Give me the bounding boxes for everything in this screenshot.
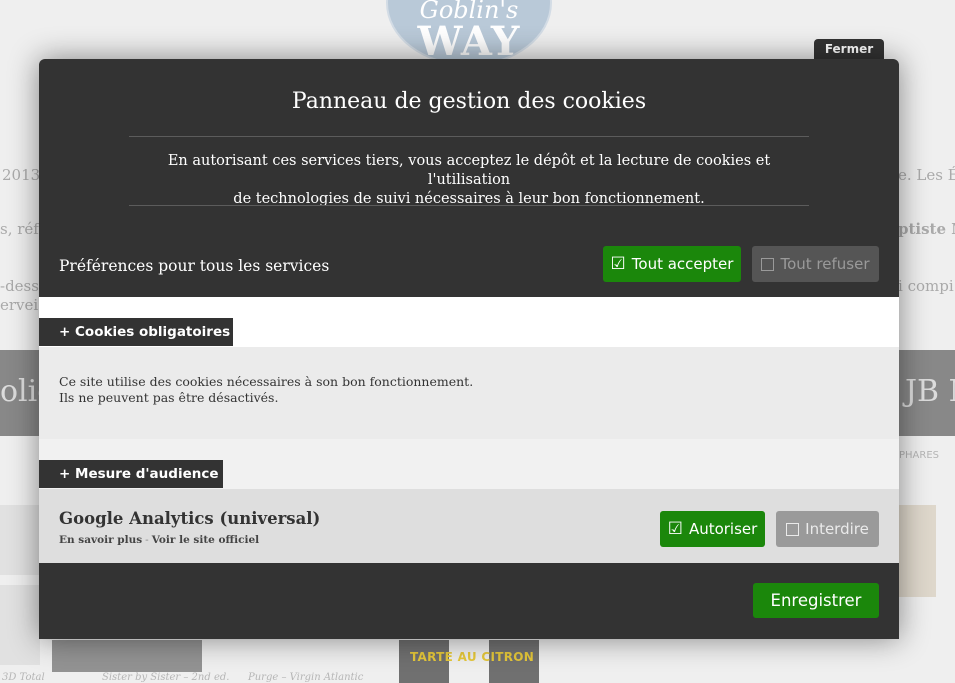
allow-button[interactable]: ☑ Autoriser [660, 511, 765, 547]
mandatory-text-line1: Ce site utilise des cookies nécessaires … [59, 374, 474, 389]
allow-label: Autoriser [688, 520, 758, 538]
close-button[interactable]: Fermer [814, 39, 884, 60]
deny-all-button[interactable]: Tout refuser [752, 246, 879, 282]
panel-description: En autorisant ces services tiers, vous a… [129, 152, 809, 209]
checkbox-checked-icon: ☑ [667, 518, 683, 539]
link-separator: - [145, 534, 149, 546]
divider [129, 205, 809, 206]
mandatory-text-line2: Ils ne peuvent pas être désactivés. [59, 390, 279, 405]
mandatory-cookies-box: Ce site utilise des cookies nécessaires … [39, 347, 899, 439]
panel-header: Panneau de gestion des cookies En autori… [39, 59, 899, 297]
accept-all-label: Tout accepter [631, 255, 734, 273]
panel-title: Panneau de gestion des cookies [291, 89, 647, 114]
deny-label: Interdire [805, 520, 869, 538]
mandatory-cookies-toggle[interactable]: + Cookies obligatoires [39, 318, 233, 346]
learn-more-link[interactable]: En savoir plus [59, 534, 142, 546]
audience-toggle[interactable]: + Mesure d'audience [39, 460, 223, 488]
mandatory-cookies-text: Ce site utilise des cookies nécessaires … [59, 374, 473, 406]
official-site-link[interactable]: Voir le site officiel [152, 534, 259, 546]
accept-all-button[interactable]: ☑ Tout accepter [603, 246, 741, 282]
service-name: Google Analytics (universal) [59, 509, 321, 528]
all-services-label: Préférences pour tous les services [59, 257, 330, 275]
save-button[interactable]: Enregistrer [753, 583, 879, 618]
divider [129, 136, 809, 137]
service-google-analytics: Google Analytics (universal) En savoir p… [39, 489, 899, 563]
deny-all-label: Tout refuser [780, 255, 870, 273]
panel-description-line1: En autorisant ces services tiers, vous a… [167, 153, 771, 188]
checkbox-empty-icon [761, 257, 775, 271]
service-links: En savoir plus - Voir le site officiel [59, 534, 259, 546]
tarteaucitron-brand: TARTE AU CITRON [410, 650, 535, 664]
deny-button[interactable]: Interdire [776, 511, 879, 547]
cookie-panel: Panneau de gestion des cookies En autori… [39, 59, 899, 639]
checkbox-checked-icon: ☑ [610, 253, 626, 274]
checkbox-empty-icon [786, 522, 800, 536]
